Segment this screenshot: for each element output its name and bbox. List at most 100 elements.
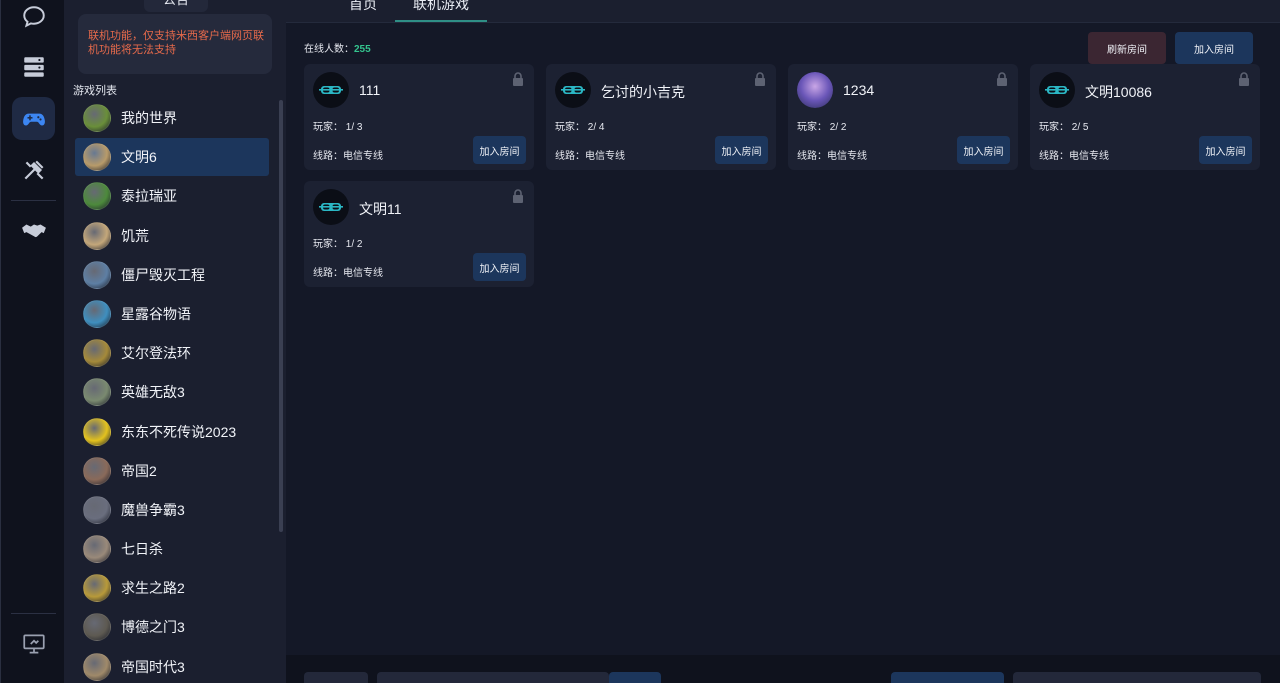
gamepad-icon[interactable] — [12, 97, 55, 140]
room-players: 玩家： 1/ 3 — [313, 122, 363, 133]
bottom-control[interactable] — [1013, 672, 1261, 683]
game-icon — [83, 456, 111, 485]
join-room-button[interactable]: 加入房间 — [1175, 32, 1253, 64]
game-name: 博德之门3 — [121, 619, 185, 636]
bottom-bar — [286, 655, 1280, 683]
game-list-item[interactable]: 泰拉瑞亚 — [75, 177, 269, 215]
monitor-icon[interactable] — [12, 622, 55, 665]
online-count: 在线人数：255 — [304, 40, 371, 55]
handshake-icon[interactable] — [12, 209, 55, 252]
game-icon — [83, 104, 111, 132]
notice-box: 联机功能，仅支持米西客户端网页联机功能将无法支持 — [78, 14, 272, 74]
room-avatar — [797, 72, 833, 108]
game-icon — [83, 417, 111, 446]
game-icon — [83, 182, 111, 211]
chat-bubble-icon[interactable] — [12, 0, 55, 38]
room-card[interactable]: 文明10086 玩家： 2/ 5 线路：电信专线 加入房间 — [1030, 64, 1260, 170]
online-label: 在线人数： — [304, 44, 354, 55]
game-list-item[interactable]: 七日杀 — [75, 530, 269, 568]
game-icon — [83, 260, 111, 289]
room-line: 线路：电信专线 — [313, 268, 383, 279]
game-list-item[interactable]: 我的世界 — [75, 99, 269, 137]
game-sidebar: 公告 联机功能，仅支持米西客户端网页联机功能将无法支持 游戏列表 我的世界文明6… — [64, 0, 286, 683]
game-name: 泰拉瑞亚 — [121, 188, 177, 205]
room-players: 玩家： 2/ 4 — [555, 122, 605, 133]
rail-divider — [11, 613, 56, 614]
room-avatar — [313, 189, 349, 225]
game-name: 英雄无敌3 — [121, 384, 185, 401]
game-list-item[interactable]: 饥荒 — [75, 217, 269, 255]
game-list-item[interactable]: 文明6 — [75, 138, 269, 177]
room-line: 线路：电信专线 — [555, 151, 625, 162]
game-icon — [83, 652, 111, 681]
room-join-button[interactable]: 加入房间 — [957, 136, 1010, 164]
room-line: 线路：电信专线 — [797, 151, 867, 162]
game-name: 星露谷物语 — [121, 305, 191, 322]
game-icon — [83, 574, 111, 603]
room-line: 线路：电信专线 — [1039, 151, 1109, 162]
game-list-item[interactable]: 英雄无敌3 — [75, 373, 269, 411]
game-list-item[interactable]: 东东不死传说2023 — [75, 413, 269, 451]
sidebar-scrollbar[interactable] — [279, 100, 283, 532]
room-card[interactable]: 1234 玩家： 2/ 2 线路：电信专线 加入房间 — [788, 64, 1018, 170]
rail-divider — [11, 200, 56, 201]
game-list-item[interactable]: 求生之路2 — [75, 569, 269, 607]
bottom-control[interactable] — [304, 672, 368, 683]
room-line: 线路：电信专线 — [313, 151, 383, 162]
game-icon — [83, 299, 111, 328]
lock-icon — [996, 72, 1008, 86]
tab-home[interactable]: 首页 — [348, 0, 378, 22]
room-card[interactable]: 文明11 玩家： 1/ 2 线路：电信专线 加入房间 — [304, 181, 534, 287]
main-panel: 在线人数：255 刷新房间 加入房间 111 玩家： 1/ 3 线路：电信专线 加入房… — [286, 23, 1280, 655]
game-list-item[interactable]: 僵尸毁灭工程 — [75, 256, 269, 294]
game-icon — [83, 495, 111, 524]
game-list-item[interactable]: 帝国2 — [75, 452, 269, 490]
game-icon — [83, 535, 111, 564]
game-name: 魔兽争霸3 — [121, 501, 185, 518]
tools-icon[interactable] — [12, 148, 55, 191]
game-name: 文明6 — [121, 149, 157, 166]
bottom-control[interactable] — [377, 672, 609, 683]
bottom-control[interactable] — [891, 672, 1004, 683]
lock-icon — [754, 72, 766, 86]
room-name: 文明11 — [359, 201, 402, 217]
game-list-item[interactable]: 艾尔登法环 — [75, 334, 269, 372]
game-name: 七日杀 — [121, 541, 163, 558]
room-name: 文明10086 — [1085, 84, 1152, 100]
refresh-rooms-button[interactable]: 刷新房间 — [1088, 32, 1166, 64]
room-join-button[interactable]: 加入房间 — [473, 253, 526, 281]
game-name: 僵尸毁灭工程 — [121, 266, 205, 283]
room-players: 玩家： 2/ 2 — [797, 122, 847, 133]
room-join-button[interactable]: 加入房间 — [473, 136, 526, 164]
lock-icon — [512, 189, 524, 203]
tab-online-games[interactable]: 联机游戏 — [395, 0, 487, 22]
game-list: 我的世界文明6 泰拉瑞亚饥荒僵尸毁灭工程 星露谷物语艾尔登法环英雄无敌3 东东不死传说… — [75, 99, 269, 683]
room-avatar — [313, 72, 349, 108]
game-icon — [83, 378, 111, 407]
room-avatar — [1039, 72, 1075, 108]
room-card[interactable]: 111 玩家： 1/ 3 线路：电信专线 加入房间 — [304, 64, 534, 170]
game-list-title: 游戏列表 — [73, 85, 117, 97]
game-list-item[interactable]: 帝国时代3 — [75, 648, 269, 683]
top-tab-bar: 首页 联机游戏 — [286, 0, 1280, 23]
icon-rail — [0, 0, 64, 683]
room-name: 111 — [359, 82, 381, 98]
lock-icon — [512, 72, 524, 86]
room-name: 乞讨的小吉克 — [601, 84, 685, 100]
game-icon — [83, 221, 111, 250]
room-players: 玩家： 1/ 2 — [313, 239, 363, 250]
game-icon — [83, 143, 111, 172]
game-list-item[interactable]: 星露谷物语 — [75, 295, 269, 333]
game-name: 帝国2 — [121, 462, 157, 479]
server-icon[interactable] — [12, 45, 55, 88]
game-list-item[interactable]: 魔兽争霸3 — [75, 491, 269, 529]
bottom-control[interactable] — [609, 672, 661, 683]
room-card[interactable]: 乞讨的小吉克玩家： 2/ 4 线路：电信专线 加入房间 — [546, 64, 776, 170]
game-name: 求生之路2 — [121, 580, 185, 597]
notice-tab[interactable]: 公告 — [144, 0, 208, 12]
game-list-item[interactable]: 博德之门3 — [75, 608, 269, 646]
room-join-button[interactable]: 加入房间 — [715, 136, 768, 164]
online-number: 255 — [354, 44, 371, 55]
room-join-button[interactable]: 加入房间 — [1199, 136, 1252, 164]
game-icon — [83, 339, 111, 368]
